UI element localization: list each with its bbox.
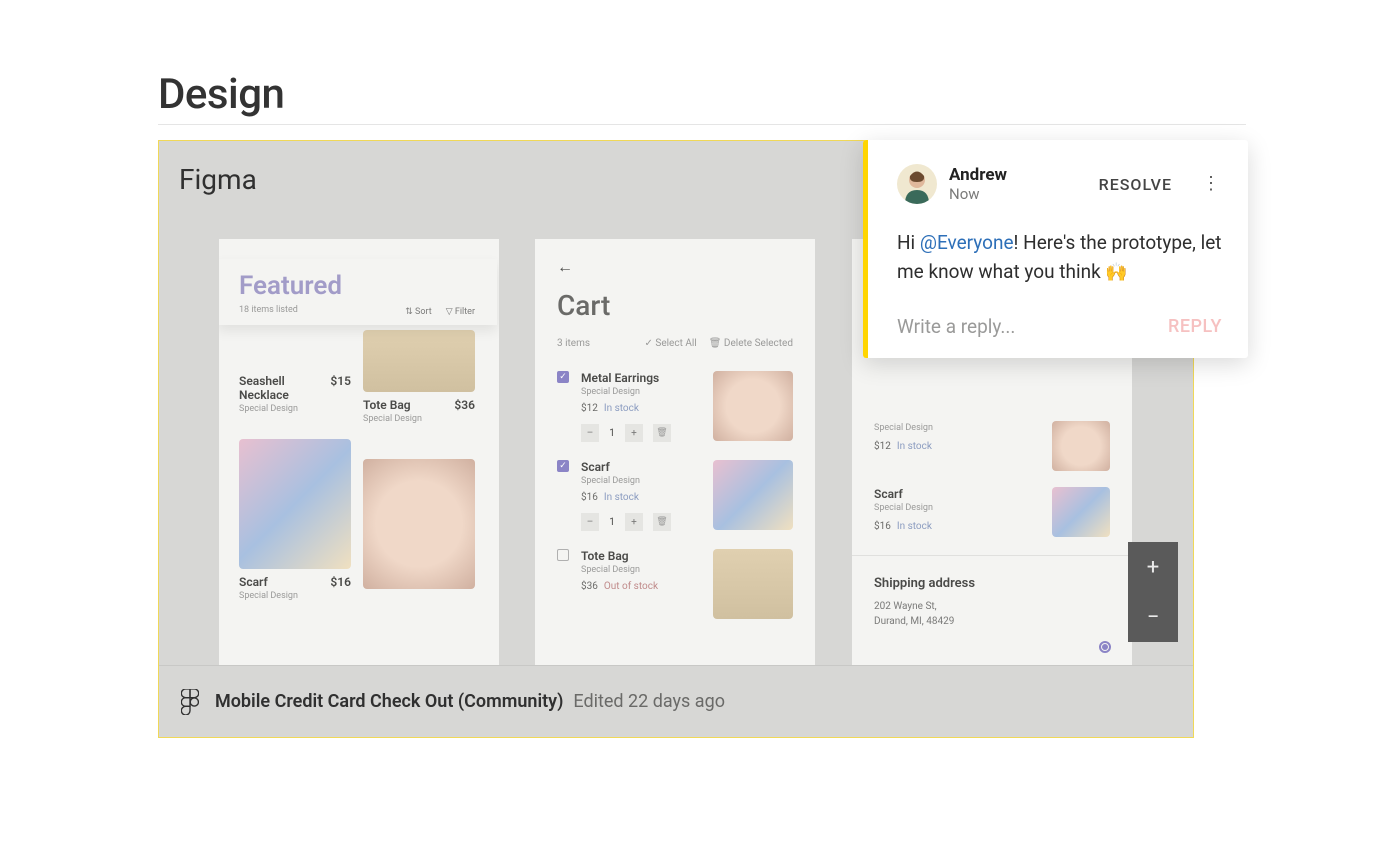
reply-button[interactable]: REPLY — [1168, 316, 1222, 337]
product-image — [363, 459, 475, 589]
qty-increase-button[interactable]: + — [625, 513, 643, 531]
product-image — [363, 330, 475, 392]
file-name: Mobile Credit Card Check Out (Community) — [215, 691, 563, 712]
figma-logo-icon — [181, 689, 199, 715]
checkbox[interactable]: ✓ — [557, 460, 569, 472]
resolve-button[interactable]: RESOLVE — [1099, 175, 1172, 194]
featured-title: Featured — [239, 271, 475, 301]
qty-increase-button[interactable]: + — [625, 424, 643, 442]
product-name: Scarf — [239, 575, 268, 589]
checkout-row: Special Design $12 In stock — [852, 413, 1132, 479]
comment-popover: Andrew Now RESOLVE ⋮ Hi @Everyone! Here'… — [863, 140, 1248, 358]
cart-item-name: Tote Bag — [581, 549, 703, 563]
checkbox[interactable]: ✓ — [557, 371, 569, 383]
avatar — [897, 164, 937, 204]
qty-value: 1 — [603, 428, 621, 439]
product-image — [713, 371, 793, 441]
figma-brand-label: Figma — [179, 163, 257, 196]
checkout-item-name: Scarf — [874, 487, 1044, 501]
product-image — [239, 439, 351, 569]
cart-item-price: $36 — [581, 581, 598, 592]
stock-badge: In stock — [897, 441, 932, 452]
cart-item-name: Scarf — [581, 460, 703, 474]
trash-icon: 🗑 — [709, 338, 724, 349]
remove-item-button[interactable]: 🗑 — [653, 513, 671, 531]
comment-timestamp: Now — [949, 185, 1087, 203]
cart-item-label: Special Design — [581, 565, 703, 575]
product-image — [1052, 487, 1110, 537]
figma-footer: Mobile Credit Card Check Out (Community)… — [159, 665, 1193, 737]
artboard-cart: ← Cart 3 items ✓ Select All 🗑 Delete Sel… — [535, 239, 815, 667]
product-label: Special Design — [363, 414, 475, 424]
product-name: Tote Bag — [363, 398, 411, 412]
delete-selected-button[interactable]: 🗑 Delete Selected — [709, 338, 793, 349]
comment-body: Hi @Everyone! Here's the prototype, let … — [897, 228, 1222, 287]
sort-button[interactable]: ⇅ Sort — [405, 307, 431, 317]
product-price: $36 — [454, 398, 475, 412]
product-price: $16 — [330, 575, 351, 589]
zoom-controls: + − — [1128, 542, 1178, 642]
cart-item-price: $16 — [581, 492, 598, 503]
product-image — [1052, 421, 1110, 471]
shipping-title: Shipping address — [852, 556, 1132, 595]
check-icon: ✓ — [645, 338, 656, 349]
back-arrow-icon[interactable]: ← — [557, 257, 793, 277]
cart-item-count: 3 items — [557, 338, 590, 349]
cart-item-name: Metal Earrings — [581, 371, 703, 385]
checkout-item-label: Special Design — [874, 503, 1044, 513]
checkbox[interactable] — [557, 549, 569, 561]
checkout-item-label: Special Design — [874, 423, 1044, 433]
filter-icon: ▽ — [446, 307, 455, 317]
product-image — [713, 460, 793, 530]
address-line: Durand, MI, 48429 — [874, 614, 1110, 629]
product-label: Special Design — [239, 591, 351, 601]
artboard-featured: Tote Bag $36 Special Design Seashell Nec… — [219, 239, 499, 667]
remove-item-button[interactable]: 🗑 — [653, 424, 671, 442]
checkout-item-price: $12 — [874, 441, 891, 452]
select-all-button[interactable]: ✓ Select All — [645, 338, 697, 349]
zoom-out-button[interactable]: − — [1128, 592, 1178, 642]
reply-input[interactable]: Write a reply... — [897, 315, 1168, 338]
mention[interactable]: @Everyone — [920, 231, 1014, 254]
more-options-icon[interactable]: ⋮ — [1200, 173, 1222, 195]
page-title: Design — [158, 70, 284, 119]
qty-decrease-button[interactable]: – — [581, 424, 599, 442]
cart-item-price: $12 — [581, 403, 598, 414]
product-label: Special Design — [239, 404, 351, 414]
stock-badge: In stock — [604, 403, 639, 414]
featured-header: Featured 18 items listed ⇅ Sort ▽ Filter — [219, 259, 497, 325]
product-price: $15 — [330, 374, 351, 388]
cart-title: Cart — [557, 289, 793, 322]
filter-button[interactable]: ▽ Filter — [446, 307, 475, 317]
cart-item-label: Special Design — [581, 476, 703, 486]
divider — [158, 124, 1246, 125]
qty-value: 1 — [603, 517, 621, 528]
product-image — [713, 549, 793, 619]
file-edited-time: Edited 22 days ago — [573, 691, 725, 712]
qty-decrease-button[interactable]: – — [581, 513, 599, 531]
checkout-row: Scarf Special Design $16 In stock — [852, 479, 1132, 545]
comment-author: Andrew — [949, 165, 1087, 185]
radio-selected-icon[interactable] — [1099, 641, 1111, 653]
cart-row: Tote Bag Special Design $36 Out of stock — [535, 535, 815, 623]
stock-badge: In stock — [604, 492, 639, 503]
product-name: Seashell Necklace — [239, 374, 319, 402]
cart-row: ✓ Scarf Special Design $16 In stock – 1 +… — [535, 446, 815, 535]
comment-accent-stripe — [863, 140, 868, 358]
cart-row: ✓ Metal Earrings Special Design $12 In st… — [535, 357, 815, 446]
checkout-item-price: $16 — [874, 521, 891, 532]
cart-item-label: Special Design — [581, 387, 703, 397]
raised-hands-emoji: 🙌 — [1105, 262, 1127, 283]
stock-badge: Out of stock — [604, 581, 658, 592]
address-line: 202 Wayne St, — [874, 599, 1110, 614]
zoom-in-button[interactable]: + — [1128, 542, 1178, 592]
sort-icon: ⇅ — [405, 307, 415, 317]
stock-badge: In stock — [897, 521, 932, 532]
